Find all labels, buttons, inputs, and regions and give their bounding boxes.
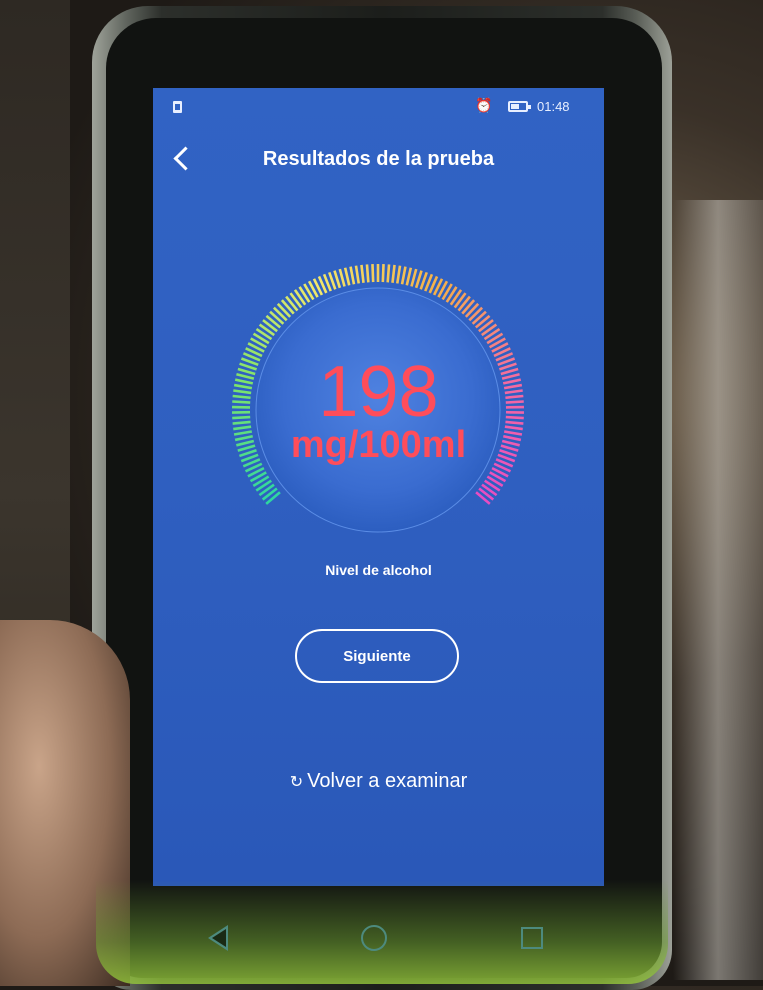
gauge-tick [411,269,416,286]
gauge-tick [361,265,363,283]
status-time: 01:48 [537,99,570,114]
recents-square-icon[interactable] [521,927,543,949]
gauge-tick [345,268,349,286]
alcohol-reading-unit: mg/100ml [153,424,604,467]
gauge-tick [356,266,359,284]
gauge-tick [397,266,400,284]
system-nav-bar [153,900,604,980]
screen: ⏰ 01:48 Resultados de la prueba 198 mg/1… [153,88,604,886]
retest-link[interactable]: ↻Volver a examinar [153,770,604,793]
reading-caption: Nivel de alcohol [153,562,604,578]
background-right [673,200,763,980]
status-bar: ⏰ 01:48 [153,88,604,128]
sim-icon [173,101,182,113]
alarm-icon: ⏰ [475,97,492,114]
gauge-tick [402,267,405,285]
hand [0,620,130,986]
battery-icon [508,101,528,112]
retest-label: Volver a examinar [307,770,467,792]
next-button[interactable]: Siguiente [295,629,459,683]
gauge-tick [392,265,394,283]
gauge-tick [407,268,411,286]
gauge-tick [372,264,373,282]
alcohol-reading-value: 198 [153,356,604,428]
gauge-tick [335,271,340,288]
next-button-label: Siguiente [343,648,411,665]
page-title: Resultados de la prueba [153,148,604,171]
back-triangle-icon[interactable] [208,925,228,951]
gauge-tick [340,269,345,286]
home-circle-icon[interactable] [361,925,387,951]
gauge-tick [351,267,354,285]
refresh-icon: ↻ [290,774,303,791]
gauge-tick [416,271,421,288]
gauge-tick [367,264,368,282]
gauge-tick [383,264,384,282]
header: Resultados de la prueba [153,138,604,182]
gauge-tick [388,264,389,282]
